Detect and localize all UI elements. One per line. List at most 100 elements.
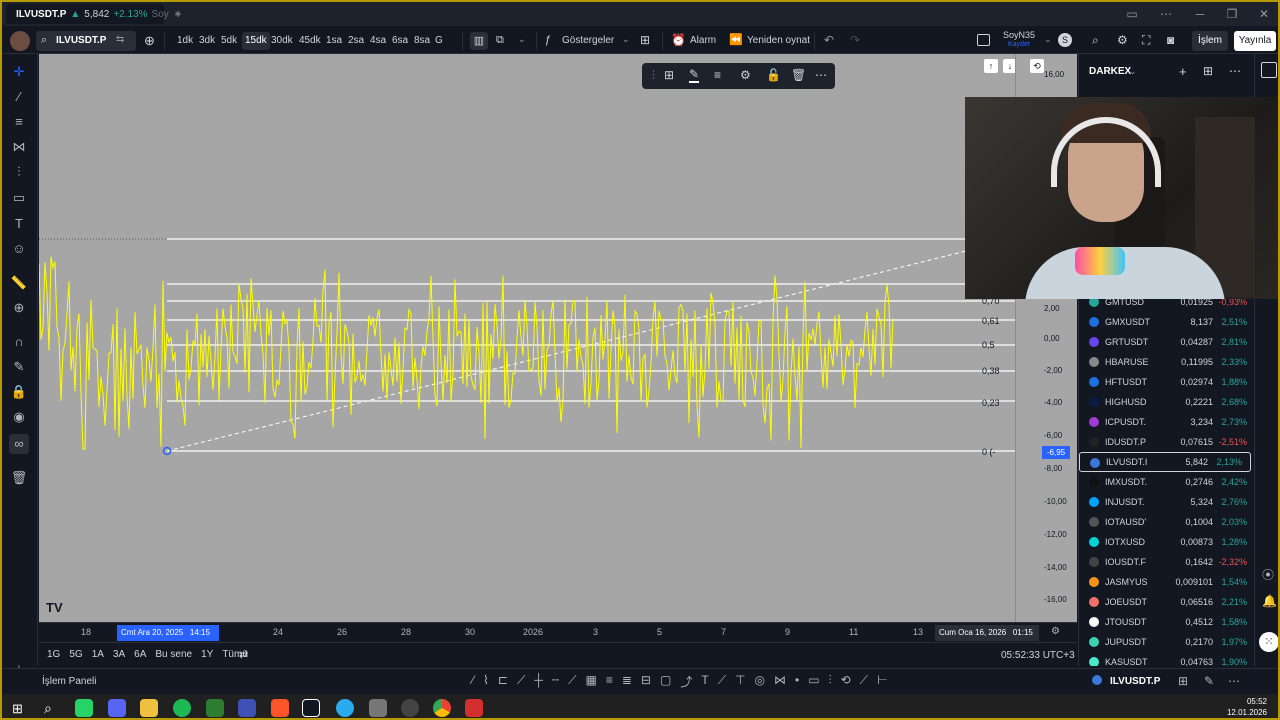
quick-search-icon[interactable]: ⌕	[1092, 33, 1099, 48]
draw-tool-icon[interactable]: ⟋	[517, 673, 525, 691]
symbol-search[interactable]: ⌕ ILVUSDT.P ⇆	[36, 31, 136, 51]
chart-type-icon[interactable]: ⧉	[496, 34, 504, 47]
draw-tool-icon[interactable]: ▢	[660, 673, 671, 691]
maximize-icon[interactable]: ❐	[1224, 6, 1240, 22]
draw-tool-icon[interactable]: ⊟	[641, 673, 651, 691]
watchlist-row[interactable]: HIGHUSD 0,2221 2,68%	[1079, 392, 1254, 412]
windows-start-icon[interactable]: ⊞	[12, 701, 23, 717]
range-3a[interactable]: 3A	[113, 649, 125, 665]
draw-tool-icon[interactable]: ◎	[755, 673, 765, 691]
avatar[interactable]	[10, 31, 30, 51]
watchlist-row[interactable]: INJUSDT. 5,324 2,76%	[1079, 492, 1254, 512]
text-icon[interactable]: T	[9, 214, 29, 234]
unlock-icon[interactable]: 🔓	[766, 68, 781, 82]
settings-icon[interactable]: ⚙	[740, 68, 751, 82]
watchlist-row[interactable]: GMXUSDT 8,137 2,51%	[1079, 312, 1254, 332]
trash-icon[interactable]: 🗑	[9, 468, 29, 488]
watchlist-row[interactable]: JTOUSDT 0,4512 1,58%	[1079, 612, 1254, 632]
range-1y[interactable]: 1Y	[201, 649, 213, 665]
undo-icon[interactable]: ↶	[824, 33, 834, 47]
interval-15dk[interactable]: 15dk	[242, 32, 270, 50]
interval-5dk[interactable]: 5dk	[218, 32, 240, 50]
draw-tool-icon[interactable]: ⤴	[680, 673, 692, 691]
draw-tool-icon[interactable]: ⊤	[735, 673, 745, 691]
draw-tool-icon[interactable]: ⋈	[774, 673, 786, 691]
time-axis[interactable]: 18 24 26 28 30 2026 3 5 7 9 11 13 Cmt Ara 20, 2025 1…	[39, 622, 1077, 642]
reset-icon[interactable]: ⟲	[1030, 59, 1044, 73]
indicators-button[interactable]: Göstergeler	[559, 32, 617, 50]
trading-panel-tab[interactable]: İşlem Paneli	[42, 676, 96, 687]
alarm-button[interactable]: Alarm	[687, 32, 719, 50]
tradingview-icon[interactable]	[302, 699, 320, 717]
draw-tool-icon[interactable]: ⟲	[841, 673, 851, 691]
redo-icon[interactable]: ↷	[850, 33, 860, 47]
more-icon[interactable]: ⋯	[1228, 674, 1240, 688]
interval-2sa[interactable]: 2sa	[345, 32, 367, 50]
candles-icon[interactable]: ▥	[470, 32, 488, 50]
apps-icon[interactable]: ⁙	[1259, 632, 1278, 652]
fullscreen-icon[interactable]: ⛶	[1142, 33, 1150, 48]
layout-grid-icon[interactable]: ⊞	[1203, 64, 1213, 78]
watchlist-icon[interactable]	[1261, 62, 1277, 78]
app-icon[interactable]	[465, 699, 483, 717]
trendline-icon[interactable]: ⁄	[9, 87, 29, 107]
xbox-icon[interactable]	[206, 699, 224, 717]
templates-icon[interactable]: ⊞	[640, 33, 650, 47]
chevron-down-icon[interactable]: ⌄	[1044, 34, 1052, 45]
calculator-icon[interactable]	[369, 699, 387, 717]
axis-settings-icon[interactable]: ⚙	[1051, 626, 1060, 637]
fib-icon[interactable]: ⫶	[9, 162, 29, 182]
watchlist-row[interactable]: IOTAUSD' 0,1004 2,03%	[1079, 512, 1254, 532]
add-icon[interactable]: +	[1179, 64, 1187, 79]
signal-icon[interactable]: ⦿	[1262, 566, 1274, 583]
magnet-icon[interactable]: ∩	[9, 332, 29, 352]
bell-icon[interactable]: 🔔	[1262, 594, 1277, 608]
taskbar-time[interactable]: 05:52	[1217, 697, 1267, 706]
watchlist-row[interactable]: IMXUSDT. 0,2746 2,42%	[1079, 472, 1254, 492]
minimize-icon[interactable]: ─	[1192, 6, 1208, 22]
pencil-lock-icon[interactable]: ✎	[9, 357, 29, 377]
draw-tool-icon[interactable]: ▭	[808, 673, 819, 691]
obs-icon[interactable]	[401, 699, 419, 717]
monitor-icon[interactable]	[238, 699, 256, 717]
chart-pane[interactable]: 0,70 0,61 0,5 0,38 0,23 0 (- ⋮ ⊞ ✎ ≡ ⚙ 🔓 🗑 ⋯ …	[39, 54, 1015, 622]
range-1g[interactable]: 1G	[47, 649, 60, 665]
rectangle-icon[interactable]: ▭	[9, 188, 29, 208]
publish-button[interactable]: Yayınla	[1234, 31, 1276, 51]
watchlist-row[interactable]: ICPUSDT. 3,234 2,73%	[1079, 412, 1254, 432]
link-icon[interactable]: ∞	[9, 434, 29, 454]
draw-tool-icon[interactable]: ⁄	[472, 673, 474, 691]
more-icon[interactable]: ⋯	[1158, 6, 1174, 22]
add-symbol-icon[interactable]: ⊕	[144, 33, 155, 49]
draw-tool-icon[interactable]: ⌇	[483, 673, 489, 691]
brave-icon[interactable]	[271, 699, 289, 717]
camera-icon[interactable]: ◙	[1167, 33, 1174, 47]
lock-icon[interactable]: 🔒	[9, 382, 29, 402]
interval-1dk[interactable]: 1dk	[174, 32, 196, 50]
edit-icon[interactable]: ✎	[1204, 674, 1214, 688]
range-1a[interactable]: 1A	[92, 649, 104, 665]
more-icon[interactable]: ⋯	[1229, 64, 1241, 78]
range-bu-sene[interactable]: Bu sene	[155, 649, 192, 665]
watchlist-row[interactable]: KASUSDT 0,04763 1,90%	[1079, 652, 1254, 666]
taskbar-date[interactable]: 12.01.2026	[1207, 708, 1267, 717]
line-color-icon[interactable]: ✎	[689, 67, 700, 83]
draw-tool-icon[interactable]: ≡	[606, 673, 613, 691]
scroll-down-icon[interactable]: ↓	[1003, 59, 1015, 73]
layout-icon[interactable]	[977, 34, 990, 46]
watchlist-row[interactable]: JOEUSDT 0,06516 2,21%	[1079, 592, 1254, 612]
browser-tab[interactable]: ILVUSDT.P ▲ 5,842 +2.13% Soy ×	[6, 4, 181, 24]
scroll-up-icon[interactable]: ↑	[984, 59, 998, 73]
watchlist-row[interactable]: GRTUSDT 0,04287 2,81%	[1079, 332, 1254, 352]
draw-tool-icon[interactable]: ▦	[586, 673, 597, 691]
interval-4sa[interactable]: 4sa	[367, 32, 389, 50]
watchlist-row[interactable]: IOTXUSD 0,00873 1,28%	[1079, 532, 1254, 552]
interval-1sa[interactable]: 1sa	[323, 32, 345, 50]
crosshair-icon[interactable]: ✛	[9, 62, 29, 82]
draw-tool-icon[interactable]: T	[701, 673, 708, 691]
emoji-icon[interactable]: ☺	[9, 239, 29, 259]
close-window-icon[interactable]: ✕	[1256, 6, 1272, 22]
new-tab-icon[interactable]: +	[170, 6, 186, 22]
replay-button[interactable]: Yeniden oynat	[744, 32, 813, 50]
whatsapp-icon[interactable]	[75, 699, 93, 717]
